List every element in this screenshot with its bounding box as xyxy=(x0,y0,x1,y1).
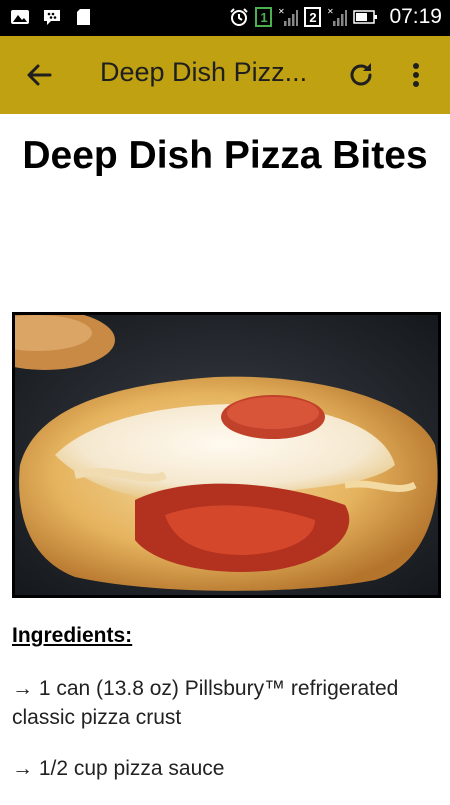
bbm-icon xyxy=(44,10,60,25)
back-arrow-icon[interactable] xyxy=(22,58,56,92)
signal-icon: ✕ xyxy=(327,7,348,26)
svg-text:✕: ✕ xyxy=(327,7,334,16)
clock: 07:19 xyxy=(389,5,442,28)
list-item: → 1/2 cup pizza sauce xyxy=(12,757,225,780)
list-item: → 1 can (13.8 oz) Pillsbury™ refrigerate… xyxy=(12,677,399,729)
sim2-icon: 2 xyxy=(304,7,322,27)
svg-text:✕: ✕ xyxy=(278,7,285,16)
recipe-content[interactable]: Deep Dish Pizza Bites Ingredients: → 1 c… xyxy=(0,114,450,780)
recipe-title: Deep Dish Pizza Bites xyxy=(22,134,428,177)
more-vert-icon[interactable] xyxy=(404,58,428,92)
alarm-icon xyxy=(230,8,249,26)
sd-card-icon xyxy=(77,9,90,25)
sim1-icon: 1 xyxy=(255,7,273,27)
pizza-bite-image xyxy=(15,315,438,595)
status-bar: 1 ✕ 2 ✕ 07:19 xyxy=(0,0,450,36)
ingredients-list: → 1 can (13.8 oz) Pillsbury™ refrigerate… xyxy=(12,674,432,805)
battery-icon xyxy=(353,10,378,24)
app-bar: Deep Dish Pizz... xyxy=(0,36,450,114)
refresh-icon[interactable] xyxy=(344,58,378,92)
signal-icon: ✕ xyxy=(278,7,299,26)
ingredients-heading: Ingredients: xyxy=(12,624,133,647)
recipe-photo xyxy=(12,312,441,598)
app-bar-title: Deep Dish Pizz... xyxy=(100,57,308,87)
image-icon xyxy=(11,10,29,24)
